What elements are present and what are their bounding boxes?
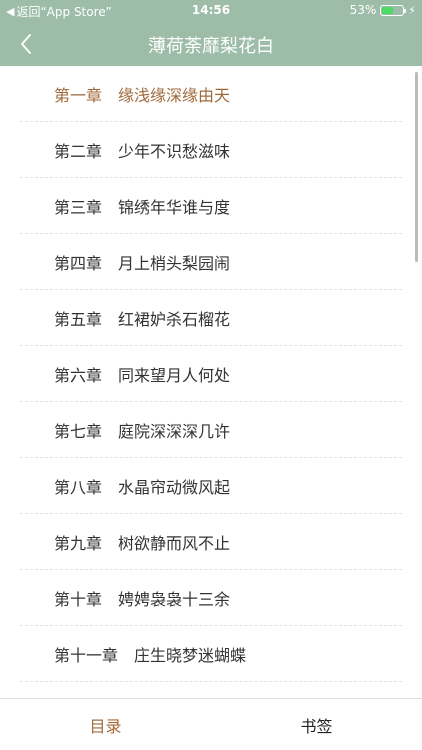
chapter-number: 第九章: [54, 533, 103, 553]
chapter-item[interactable]: 第一章 缘浅缘深缘由天: [20, 66, 402, 122]
chapter-item[interactable]: 第六章 同来望月人何处: [20, 346, 402, 402]
chapter-item[interactable]: 第八章 水晶帘动微风起: [20, 458, 402, 514]
header: ◀ 返回“App Store” 14:56 53% ⚡ 薄荷荼靡梨花白: [0, 0, 422, 66]
chapter-number: 第十章: [54, 589, 103, 609]
chapter-item[interactable]: 第五章 红裙妒杀石榴花: [20, 290, 402, 346]
chapter-title: 同来望月人何处: [118, 365, 231, 385]
chapter-item[interactable]: 第七章 庭院深深深几许: [20, 402, 402, 458]
chapter-number: 第三章: [54, 197, 103, 217]
chapter-number: 第五章: [54, 309, 103, 329]
chapter-number: 第七章: [54, 421, 103, 441]
battery-icon: [380, 4, 407, 16]
chapter-title: 娉娉袅袅十三余: [118, 589, 231, 609]
chapter-title: 红裙妒杀石榴花: [118, 309, 231, 329]
tab-bookmarks[interactable]: 书签: [211, 699, 422, 750]
chapter-title: 树欲静而风不止: [118, 533, 231, 553]
chapter-number: 第四章: [54, 253, 103, 273]
chapter-number: 第十一章: [54, 645, 119, 665]
chapter-number: 第八章: [54, 477, 103, 497]
status-right: 53% ⚡: [350, 3, 416, 17]
chapter-number: 第六章: [54, 365, 103, 385]
nav-bar: 薄荷荼靡梨花白: [0, 22, 422, 66]
chapter-number: 第二章: [54, 141, 103, 161]
page-title: 薄荷荼靡梨花白: [148, 36, 274, 57]
chapter-title: 庭院深深深几许: [118, 421, 231, 441]
chapter-item[interactable]: 第十章 娉娉袅袅十三余: [20, 570, 402, 626]
chapter-title: 锦绣年华谁与度: [118, 197, 231, 217]
chapter-item[interactable]: 第四章 月上梢头梨园闹: [20, 234, 402, 290]
chapter-title: 少年不识愁滋味: [118, 141, 231, 161]
charging-icon: ⚡: [408, 3, 416, 17]
chapter-title: 月上梢头梨园闹: [118, 253, 231, 273]
battery-percent: 53%: [349, 3, 377, 17]
chapter-title: 庄生晓梦迷蝴蝶: [134, 645, 247, 665]
chapter-item[interactable]: 第三章 锦绣年华谁与度: [20, 178, 402, 234]
tab-table-of-contents[interactable]: 目录: [0, 699, 211, 750]
battery-fill: [382, 6, 393, 14]
chapter-title: 缘浅缘深缘由天: [118, 85, 231, 105]
chapter-item[interactable]: 第十一章 庄生晓梦迷蝴蝶: [20, 626, 402, 682]
status-bar: ◀ 返回“App Store” 14:56 53% ⚡: [0, 0, 422, 22]
chapter-number: 第一章: [54, 85, 103, 105]
bottom-tab-bar: 目录 书签: [0, 698, 422, 750]
chapter-item[interactable]: 第九章 树欲静而风不止: [20, 514, 402, 570]
chapter-item[interactable]: 第二章 少年不识愁滋味: [20, 122, 402, 178]
scrollbar[interactable]: [415, 72, 418, 262]
chapter-title: 水晶帘动微风起: [118, 477, 231, 497]
chapter-list: 第一章 缘浅缘深缘由天 第二章 少年不识愁滋味 第三章 锦绣年华谁与度 第四章 月上梢头梨园闹…: [0, 66, 422, 698]
